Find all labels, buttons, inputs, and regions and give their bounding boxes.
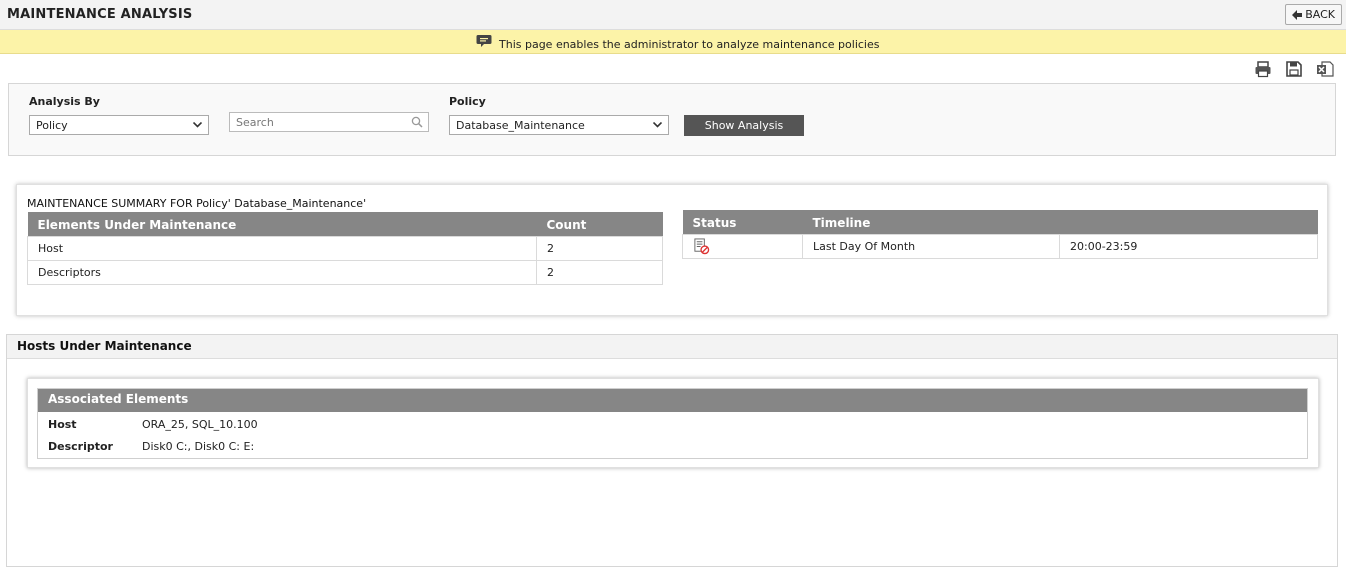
list-item: Descriptor Disk0 C:, Disk0 C: E: (48, 440, 254, 453)
summary-title: MAINTENANCE SUMMARY FOR Policy' Database… (27, 197, 367, 210)
column-header-count: Count (546, 218, 587, 233)
analysis-by-label: Analysis By (29, 95, 100, 108)
chevron-down-icon (193, 122, 202, 128)
save-icon[interactable] (1285, 60, 1303, 78)
associated-key: Host (48, 418, 77, 431)
page-title: MAINTENANCE ANALYSIS (7, 7, 193, 22)
element-name-cell: Host (27, 235, 537, 261)
column-header-status: Status (692, 216, 737, 231)
table-row: Descriptors 2 (27, 259, 663, 285)
search-input[interactable]: Search (229, 112, 429, 132)
element-name-cell: Descriptors (27, 259, 537, 285)
elements-table-header: Elements Under Maintenance Count (27, 212, 663, 236)
title-bar: MAINTENANCE ANALYSIS BACK (0, 0, 1346, 30)
analysis-by-value: Policy (36, 119, 68, 132)
disabled-schedule-icon (694, 237, 710, 254)
excel-export-icon[interactable] (1316, 60, 1334, 78)
print-icon[interactable] (1254, 60, 1272, 78)
status-table: Status Timeline Last Day Of Month 20:00-… (682, 210, 1318, 259)
associated-elements-box: Associated Elements Host ORA_25, SQL_10.1… (37, 388, 1308, 459)
info-message: This page enables the administrator to a… (499, 38, 880, 51)
search-placeholder: Search (236, 116, 274, 129)
table-row: Last Day Of Month 20:00-23:59 (682, 233, 1318, 259)
back-button[interactable]: BACK (1285, 4, 1342, 25)
elements-table: Elements Under Maintenance Count Host 2 … (27, 212, 663, 285)
associated-elements-title: Associated Elements (38, 389, 1307, 412)
chevron-down-icon (653, 122, 662, 128)
policy-select[interactable]: Database_Maintenance (449, 115, 669, 135)
maintenance-summary-panel: MAINTENANCE SUMMARY FOR Policy' Database… (16, 184, 1328, 316)
list-item: Host ORA_25, SQL_10.100 (48, 418, 258, 431)
status-table-header: Status Timeline (682, 210, 1318, 234)
speech-bubble-icon (476, 35, 492, 47)
associated-value: ORA_25, SQL_10.100 (142, 418, 258, 431)
hosts-section-title: Hosts Under Maintenance (17, 339, 192, 353)
associated-value: Disk0 C:, Disk0 C: E: (142, 440, 255, 453)
show-analysis-button[interactable]: Show Analysis (684, 115, 804, 136)
table-row: Host 2 (27, 235, 663, 261)
export-toolbar (1254, 60, 1334, 78)
column-header-timeline: Timeline (812, 216, 871, 231)
analysis-by-select[interactable]: Policy (29, 115, 209, 135)
hosts-section-header: Hosts Under Maintenance (7, 335, 1337, 359)
search-icon (411, 116, 423, 128)
timeline-cell: Last Day Of Month (802, 233, 1060, 259)
associated-elements-panel: Associated Elements Host ORA_25, SQL_10.1… (27, 378, 1319, 468)
time-range-cell: 20:00-23:59 (1059, 233, 1318, 259)
filter-panel: Analysis By Policy Search Policy Databas… (8, 83, 1336, 156)
associated-key: Descriptor (48, 440, 113, 453)
policy-value: Database_Maintenance (456, 119, 585, 132)
policy-label: Policy (449, 95, 486, 108)
info-banner: This page enables the administrator to a… (0, 30, 1346, 54)
element-count-cell: 2 (536, 235, 663, 261)
column-header-elements: Elements Under Maintenance (37, 218, 237, 233)
back-button-label: BACK (1305, 8, 1335, 21)
element-count-cell: 2 (536, 259, 663, 285)
status-cell (682, 233, 803, 259)
hosts-under-maintenance-section: Hosts Under Maintenance Associated Eleme… (6, 334, 1338, 567)
back-arrow-icon (1292, 9, 1303, 20)
